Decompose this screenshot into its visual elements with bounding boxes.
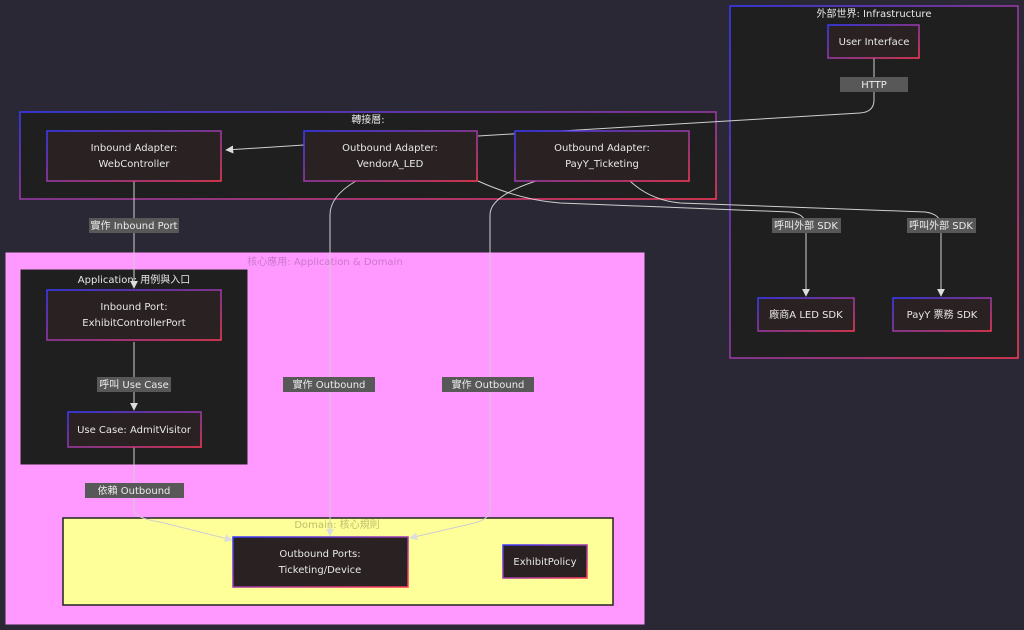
node-user-interface: User Interface bbox=[827, 24, 920, 59]
vendor-led-sdk-label: 廠商A LED SDK bbox=[769, 308, 843, 321]
use-case-label: Use Case: AdmitVisitor bbox=[77, 425, 192, 436]
edge-label-http: HTTP bbox=[840, 77, 908, 92]
outbound-ports-line2: Ticketing/Device bbox=[278, 565, 362, 576]
svg-text:實作 Inbound Port: 實作 Inbound Port bbox=[91, 219, 178, 232]
node-inbound-port: Inbound Port: ExhibitControllerPort bbox=[46, 289, 222, 341]
node-vendor-led-sdk: 廠商A LED SDK bbox=[757, 297, 855, 332]
svg-text:呼叫外部 SDK: 呼叫外部 SDK bbox=[774, 219, 838, 232]
payy-sdk-label: PayY 票務 SDK bbox=[907, 308, 978, 321]
node-use-case: Use Case: AdmitVisitor bbox=[67, 411, 202, 448]
node-payy-adapter: Outbound Adapter: PayY_Ticketing bbox=[514, 130, 690, 182]
node-vendor-adapter: Outbound Adapter: VendorA_LED bbox=[303, 130, 478, 182]
edge-label-call-use-case: 呼叫 Use Case bbox=[97, 377, 171, 392]
edge-label-implements-outbound-1: 實作 Outbound bbox=[283, 377, 375, 392]
inbound-adapter-line1: Inbound Adapter: bbox=[91, 143, 178, 154]
edge-label-depends-outbound: 依賴 Outbound bbox=[85, 483, 184, 498]
edge-label-implements-outbound-2: 實作 Outbound bbox=[442, 377, 534, 392]
payy-adapter-line2: PayY_Ticketing bbox=[565, 159, 639, 170]
exhibit-policy-label: ExhibitPolicy bbox=[513, 557, 576, 568]
svg-text:呼叫 Use Case: 呼叫 Use Case bbox=[99, 379, 169, 391]
node-outbound-ports: Outbound Ports: Ticketing/Device bbox=[232, 536, 409, 588]
user-interface-label: User Interface bbox=[839, 37, 910, 48]
node-exhibit-policy: ExhibitPolicy bbox=[502, 544, 588, 579]
cluster-domain-label: Domain: 核心規則 bbox=[294, 518, 379, 531]
edge-label-implements-inbound: 實作 Inbound Port bbox=[89, 218, 179, 233]
vendor-adapter-line2: VendorA_LED bbox=[357, 159, 424, 170]
inbound-port-line2: ExhibitControllerPort bbox=[82, 318, 185, 329]
svg-text:實作 Outbound: 實作 Outbound bbox=[452, 378, 525, 391]
vendor-adapter-line1: Outbound Adapter: bbox=[342, 143, 438, 154]
edge-label-call-sdk-payy: 呼叫外部 SDK bbox=[907, 218, 976, 233]
cluster-core-label: 核心應用: Application & Domain bbox=[247, 255, 402, 268]
outbound-ports-line1: Outbound Ports: bbox=[279, 549, 360, 560]
node-inbound-adapter: Inbound Adapter: WebController bbox=[46, 130, 222, 182]
cluster-adapter-label: 轉接層: bbox=[351, 113, 384, 126]
payy-adapter-line1: Outbound Adapter: bbox=[554, 143, 650, 154]
cluster-infrastructure-label: 外部世界: Infrastructure bbox=[817, 7, 932, 20]
svg-text:依賴 Outbound: 依賴 Outbound bbox=[98, 484, 171, 497]
svg-text:呼叫外部 SDK: 呼叫外部 SDK bbox=[909, 219, 973, 232]
inbound-adapter-line2: WebController bbox=[99, 159, 171, 170]
node-payy-sdk: PayY 票務 SDK bbox=[892, 297, 992, 332]
svg-text:實作 Outbound: 實作 Outbound bbox=[293, 378, 366, 391]
inbound-port-line1: Inbound Port: bbox=[100, 302, 167, 313]
svg-text:HTTP: HTTP bbox=[861, 80, 887, 91]
edge-label-call-sdk-vendor: 呼叫外部 SDK bbox=[772, 218, 841, 233]
architecture-diagram: 外部世界: Infrastructure 轉接層: 核心應用: Applicat… bbox=[5, 5, 1019, 625]
